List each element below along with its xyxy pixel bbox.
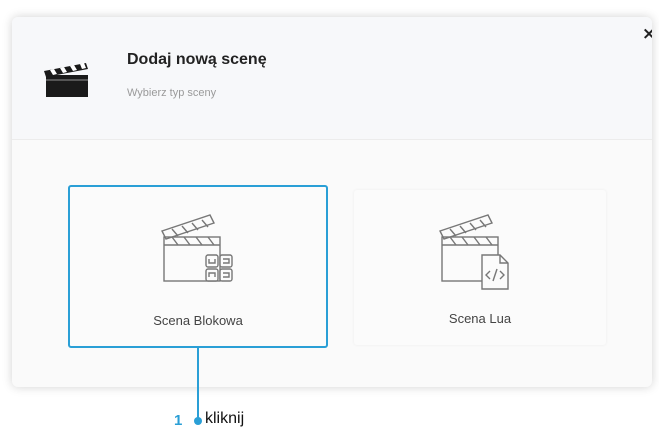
- callout-dot: [194, 417, 202, 425]
- clapperboard-blocks-icon: [161, 214, 233, 282]
- callout-number: 1: [174, 412, 183, 429]
- dialog-subtitle: Wybierz typ sceny: [127, 87, 217, 99]
- scene-option-lua[interactable]: Scena Lua: [354, 190, 606, 345]
- callout-text: kliknij: [205, 410, 245, 427]
- scene-option-label: Scena Blokowa: [153, 313, 243, 328]
- scene-option-blokowa[interactable]: Scena Blokowa: [68, 185, 328, 348]
- dialog-header: Dodaj nową scenę Wybierz typ sceny: [12, 17, 652, 140]
- clapperboard-code-icon: [439, 214, 509, 290]
- clapperboard-icon: [44, 63, 88, 97]
- scene-option-label: Scena Lua: [448, 311, 512, 326]
- dialog-title: Dodaj nową scenę: [127, 51, 267, 68]
- callout-line: [197, 348, 199, 422]
- close-icon[interactable]: ×: [640, 25, 652, 43]
